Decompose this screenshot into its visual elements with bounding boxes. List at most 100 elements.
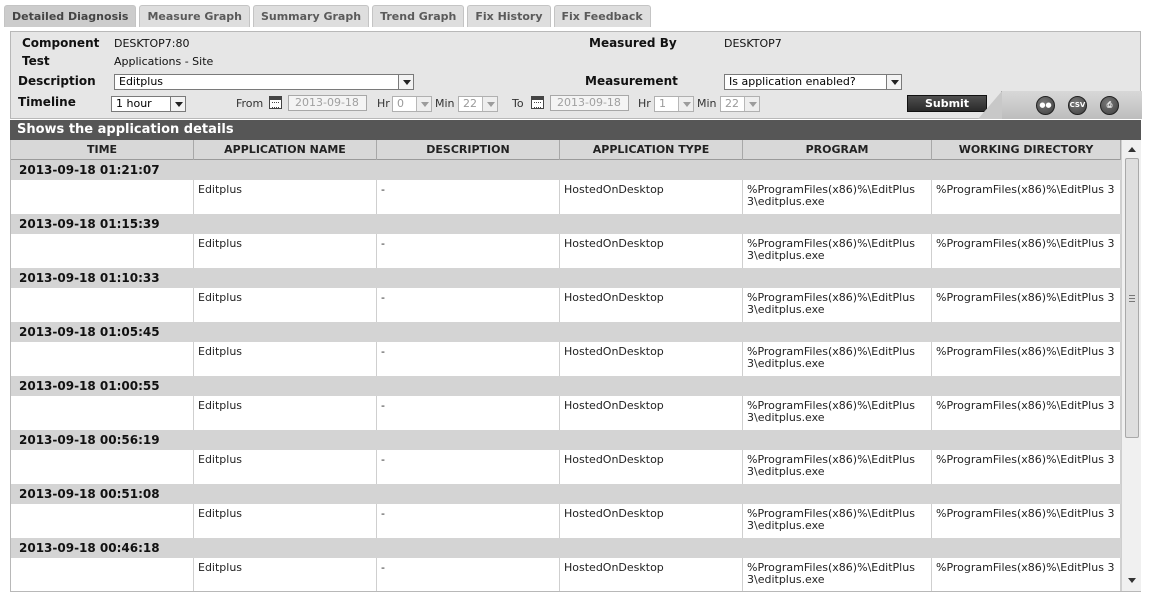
measured-by-value: DESKTOP7 <box>724 37 782 50</box>
column-header-time[interactable]: TIME <box>11 140 194 160</box>
column-header-working-directory[interactable]: WORKING DIRECTORY <box>932 140 1121 160</box>
tab-detailed-diagnosis[interactable]: Detailed Diagnosis <box>4 5 137 27</box>
group-time-header: 2013-09-18 01:00:55 <box>11 376 1121 396</box>
cell-program: %ProgramFiles(x86)%\EditPlus 3\editplus.… <box>743 234 932 268</box>
print-icon[interactable]: ⎙ <box>1100 96 1119 115</box>
cell-program: %ProgramFiles(x86)%\EditPlus 3\editplus.… <box>743 288 932 322</box>
table-row[interactable]: Editplus - HostedOnDesktop %ProgramFiles… <box>11 396 1121 430</box>
cell-description: - <box>377 234 560 268</box>
table-body: 2013-09-18 01:21:07 Editplus - HostedOnD… <box>11 160 1121 591</box>
vertical-scrollbar[interactable] <box>1121 140 1141 591</box>
cell-program: %ProgramFiles(x86)%\EditPlus 3\editplus.… <box>743 558 932 591</box>
to-date-field[interactable]: 2013-09-18 <box>550 95 629 111</box>
from-hr-label: Hr <box>377 97 390 110</box>
filter-panel: Component DESKTOP7:80 Test Applications … <box>10 31 1142 119</box>
cell-description: - <box>377 504 560 538</box>
cell-working-directory: %ProgramFiles(x86)%\EditPlus 3 <box>932 288 1121 322</box>
cell-working-directory: %ProgramFiles(x86)%\EditPlus 3 <box>932 342 1121 376</box>
scroll-down-arrow-icon[interactable] <box>1122 573 1141 589</box>
table-row[interactable]: Editplus - HostedOnDesktop %ProgramFiles… <box>11 504 1121 538</box>
tab-fix-feedback[interactable]: Fix Feedback <box>553 5 651 27</box>
cell-application-name: Editplus <box>194 234 377 268</box>
scroll-up-arrow-icon[interactable] <box>1122 142 1141 158</box>
scrollbar-thumb[interactable] <box>1125 158 1139 438</box>
chevron-down-icon <box>744 97 759 111</box>
cell-application-name: Editplus <box>194 558 377 591</box>
description-select[interactable]: Editplus <box>114 74 414 90</box>
cell-description: - <box>377 450 560 484</box>
cell-application-type: HostedOnDesktop <box>560 180 743 214</box>
group-time-header: 2013-09-18 01:10:33 <box>11 268 1121 288</box>
cell-application-name: Editplus <box>194 342 377 376</box>
cell-application-name: Editplus <box>194 288 377 322</box>
cell-time <box>11 288 194 322</box>
group-time-header: 2013-09-18 00:56:19 <box>11 430 1121 450</box>
cell-time <box>11 180 194 214</box>
export-toolbar: ●● CSV ⎙ <box>978 91 1142 119</box>
tab-trend-graph[interactable]: Trend Graph <box>372 5 465 27</box>
chevron-down-icon <box>482 97 497 111</box>
table-row[interactable]: Editplus - HostedOnDesktop %ProgramFiles… <box>11 288 1121 322</box>
column-header-description[interactable]: DESCRIPTION <box>377 140 560 160</box>
cell-application-name: Editplus <box>194 180 377 214</box>
cell-description: - <box>377 180 560 214</box>
column-header-application-type[interactable]: APPLICATION TYPE <box>560 140 743 160</box>
cell-time <box>11 504 194 538</box>
cell-program: %ProgramFiles(x86)%\EditPlus 3\editplus.… <box>743 450 932 484</box>
cell-working-directory: %ProgramFiles(x86)%\EditPlus 3 <box>932 504 1121 538</box>
from-hr-value: 0 <box>397 97 404 110</box>
table-title: Shows the application details <box>10 120 1141 140</box>
details-table: TIME APPLICATION NAME DESCRIPTION APPLIC… <box>10 140 1141 592</box>
cell-time <box>11 396 194 430</box>
measurement-label: Measurement <box>585 74 678 88</box>
table-header-row: TIME APPLICATION NAME DESCRIPTION APPLIC… <box>11 140 1121 160</box>
table-row[interactable]: Editplus - HostedOnDesktop %ProgramFiles… <box>11 450 1121 484</box>
table-row[interactable]: Editplus - HostedOnDesktop %ProgramFiles… <box>11 180 1121 214</box>
cell-program: %ProgramFiles(x86)%\EditPlus 3\editplus.… <box>743 396 932 430</box>
to-hr-value: 1 <box>659 97 666 110</box>
calendar-icon[interactable] <box>531 96 544 109</box>
tab-measure-graph[interactable]: Measure Graph <box>139 5 250 27</box>
to-min-select[interactable]: 22 <box>720 96 760 112</box>
binoculars-icon[interactable]: ●● <box>1036 96 1055 115</box>
calendar-icon[interactable] <box>269 96 282 109</box>
test-value: Applications - Site <box>114 55 214 68</box>
column-header-application-name[interactable]: APPLICATION NAME <box>194 140 377 160</box>
group-time-header: 2013-09-18 00:46:18 <box>11 538 1121 558</box>
table-row[interactable]: Editplus - HostedOnDesktop %ProgramFiles… <box>11 558 1121 591</box>
from-date-field[interactable]: 2013-09-18 <box>288 95 367 111</box>
to-min-value: 22 <box>725 97 739 110</box>
measurement-select[interactable]: Is application enabled? <box>724 74 902 90</box>
group-time-header: 2013-09-18 01:15:39 <box>11 214 1121 234</box>
cell-application-type: HostedOnDesktop <box>560 396 743 430</box>
submit-button[interactable]: Submit <box>907 95 987 112</box>
to-hr-label: Hr <box>638 97 651 110</box>
cell-application-type: HostedOnDesktop <box>560 234 743 268</box>
group-time-header: 2013-09-18 01:21:07 <box>11 160 1121 180</box>
component-label: Component <box>22 36 100 50</box>
cell-time <box>11 342 194 376</box>
cell-program: %ProgramFiles(x86)%\EditPlus 3\editplus.… <box>743 504 932 538</box>
chevron-down-icon <box>886 75 901 89</box>
description-select-value: Editplus <box>119 75 164 88</box>
cell-application-type: HostedOnDesktop <box>560 558 743 591</box>
tab-summary-graph[interactable]: Summary Graph <box>252 5 370 27</box>
chevron-down-icon <box>170 97 185 111</box>
cell-time <box>11 234 194 268</box>
from-label: From <box>236 97 264 110</box>
table-row[interactable]: Editplus - HostedOnDesktop %ProgramFiles… <box>11 342 1121 376</box>
table-row[interactable]: Editplus - HostedOnDesktop %ProgramFiles… <box>11 234 1121 268</box>
timeline-select[interactable]: 1 hour <box>111 96 186 112</box>
to-hr-select[interactable]: 1 <box>654 96 694 112</box>
cell-application-type: HostedOnDesktop <box>560 450 743 484</box>
tab-bar: Detailed Diagnosis Measure Graph Summary… <box>4 5 654 27</box>
description-label: Description <box>18 74 96 88</box>
cell-description: - <box>377 558 560 591</box>
csv-icon[interactable]: CSV <box>1068 96 1087 115</box>
column-header-program[interactable]: PROGRAM <box>743 140 932 160</box>
cell-working-directory: %ProgramFiles(x86)%\EditPlus 3 <box>932 234 1121 268</box>
cell-description: - <box>377 396 560 430</box>
from-hr-select[interactable]: 0 <box>392 96 432 112</box>
tab-fix-history[interactable]: Fix History <box>467 5 551 27</box>
from-min-select[interactable]: 22 <box>458 96 498 112</box>
